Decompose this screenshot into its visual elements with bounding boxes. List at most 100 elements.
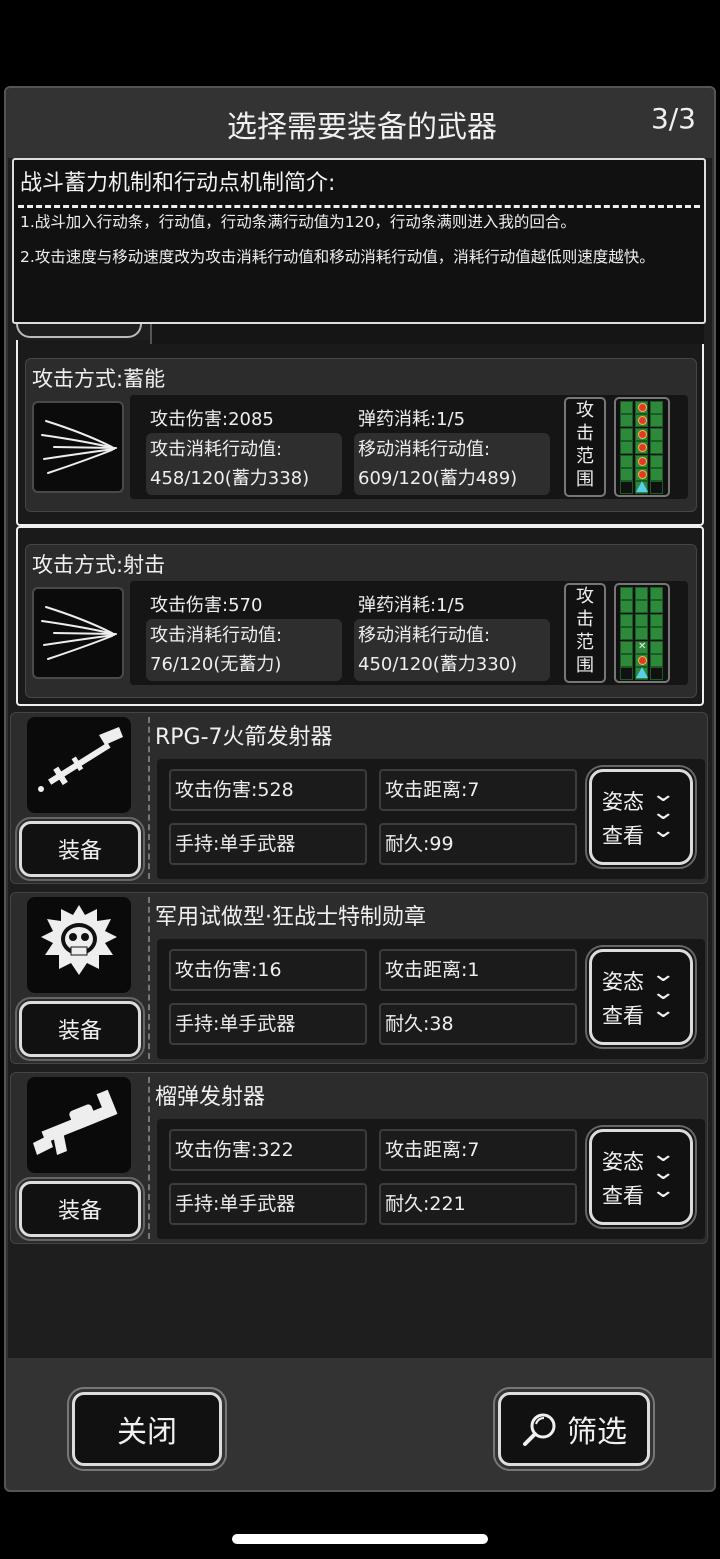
attack-range-text: 攻击范围 [576,586,594,676]
mode-title: 攻击方式:蓄能 [32,367,166,391]
weapon-damage: 攻击伤害:16 [169,949,367,991]
attack-cost-value: 458/120(蓄力338) [150,468,310,489]
weapon-durability: 耐久:99 [379,823,577,865]
weapon-range: 攻击距离:7 [379,1129,577,1171]
weapon-durability: 耐久:221 [379,1183,577,1225]
mode-stats: 攻击伤害:570 弹药消耗:1/5 攻击消耗行动值: 76/120(无蓄力) 移… [130,581,688,685]
equip-button[interactable]: 装备 [15,817,145,881]
grid-cell [620,427,633,441]
close-button[interactable]: 关闭 [67,1387,227,1471]
grid-cell [620,654,633,667]
weapon-hold: 手持:单手武器 [169,1183,367,1225]
weapon-stats: 攻击伤害:322 攻击距离:7 手持:单手武器 耐久:221 姿态 查看 ⌄ ⌄… [157,1119,705,1239]
chevron-down-icon: ⌄ [650,818,677,843]
mode-stats: 攻击伤害:2085 弹药消耗:1/5 攻击消耗行动值: 458/120(蓄力33… [130,395,688,499]
chevron-down-icon: ⌄ [650,1178,677,1203]
grid-cell [650,587,663,600]
weapon-card: 装备 榴弹发射器 攻击伤害:322 攻击距离:7 手持:单手武器 耐久:221 … [10,1072,708,1244]
grid-cell [620,600,633,614]
grid-cell [620,454,633,468]
mode-ammo: 弹药消耗:1/5 [358,409,466,430]
move-cost-value: 609/120(蓄力489) [358,468,518,489]
grid-cell [650,600,663,614]
mode-damage: 攻击伤害:570 [150,595,263,616]
stance-label: 姿态 [602,970,644,994]
mode-damage: 攻击伤害:2085 [150,409,274,430]
weapon-card: 装备 军用试做型·狂战士特制勋章 攻击伤害:16 攻击距离:1 手持:单手武器 … [10,892,708,1064]
home-indicator[interactable] [232,1534,488,1544]
stance-label: 姿态 [602,790,644,814]
stance-view-button[interactable]: 姿态 查看 ⌄ ⌄ ⌄ [585,945,697,1049]
grid-cell [650,481,663,495]
grid-cell [650,441,663,455]
mode-title: 攻击方式:射击 [32,553,166,577]
grid-cell [620,613,633,627]
player-marker-icon [636,481,648,493]
move-cost-box: 移动消耗行动值: 609/120(蓄力489) [354,433,550,495]
rpg-icon [27,717,131,813]
grid-cell [650,401,663,414]
view-label: 查看 [602,824,644,848]
info-paragraph-1: 1.战斗加入行动条，行动值，行动条满行动值为120，行动条满则进入我的回合。 [20,213,576,231]
grid-cell [650,654,663,667]
partial-stats-fragment [150,322,704,344]
move-cost-box: 移动消耗行动值: 450/120(蓄力330) [354,619,550,681]
weapon-name: RPG-7火箭发射器 [155,725,333,750]
attack-range-label[interactable]: 攻击范围 [564,583,606,683]
player-marker-icon [636,667,648,679]
grid-cell [620,587,633,600]
page-indicator: 3/3 [650,102,696,135]
grid-cell [650,454,663,468]
stance-view-button[interactable]: 姿态 查看 ⌄ ⌄ ⌄ [585,765,697,869]
weapon-card: 装备 RPG-7火箭发射器 攻击伤害:528 攻击距离:7 手持:单手武器 耐久… [10,712,708,884]
target-dot [638,429,647,439]
grid-cell [635,613,648,627]
attack-cost-box: 攻击消耗行动值: 458/120(蓄力338) [146,433,342,495]
move-cost-label: 移动消耗行动值: [358,439,491,460]
move-cost-value: 450/120(蓄力330) [358,654,518,675]
panel-title: 选择需要装备的武器 [227,110,497,145]
info-paragraph-2: 2.攻击速度与移动速度改为攻击消耗行动值和移动消耗行动值，消耗行动值越低则速度越… [20,248,655,266]
weapon-range: 攻击距离:1 [379,949,577,991]
attack-cost-value: 76/120(无蓄力) [150,654,282,675]
info-title: 战斗蓄力机制和行动点机制简介: [18,163,700,208]
equip-button[interactable]: 装备 [15,997,145,1061]
weapon-hold: 手持:单手武器 [169,1003,367,1045]
grid-cell [650,613,663,627]
weapon-hold: 手持:单手武器 [169,823,367,865]
attack-cost-label: 攻击消耗行动值: [150,625,283,646]
attack-cost-label: 攻击消耗行动值: [150,439,283,460]
attack-mode-panel-2: 攻击方式:射击 攻击伤害:570 弹药消耗:1/5 攻击消耗行动值: 76/12… [16,526,704,706]
grid-cell [620,640,633,654]
grid-cell [635,587,648,600]
weapon-durability: 耐久:38 [379,1003,577,1045]
attack-range-label[interactable]: 攻击范围 [564,397,606,497]
grid-cell [620,481,633,495]
grid-cell [650,667,663,681]
weapon-range: 攻击距离:7 [379,769,577,811]
view-label: 查看 [602,1184,644,1208]
grid-cell [620,401,633,414]
filter-button[interactable]: 筛选 [493,1387,655,1471]
equip-button[interactable]: 装备 [15,1177,145,1241]
stance-view-button[interactable]: 姿态 查看 ⌄ ⌄ ⌄ [585,1125,697,1229]
attack-range-grid [614,397,670,497]
weapon-damage: 攻击伤害:528 [169,769,367,811]
partial-button-fragment [16,322,142,338]
grid-cell [620,414,633,428]
weapon-name: 榴弹发射器 [155,1085,266,1110]
target-dot [638,470,647,479]
chevron-down-icon: ⌄ [650,998,677,1023]
grid-cell [650,414,663,428]
target-dot [638,403,647,412]
attack-cost-box: 攻击消耗行动值: 76/120(无蓄力) [146,619,342,681]
cross-marker-icon: ✕ [638,640,647,652]
divider [148,897,150,1059]
move-cost-label: 移动消耗行动值: [358,625,491,646]
grid-cell [650,468,663,481]
search-icon [523,1413,556,1446]
slash-icon [32,587,124,679]
attack-mode-charge: 攻击方式:蓄能 攻击伤害:2085 弹药消耗:1/5 攻击消耗行动值: 458/… [25,358,697,512]
divider [148,717,150,879]
grid-cell [620,667,633,681]
